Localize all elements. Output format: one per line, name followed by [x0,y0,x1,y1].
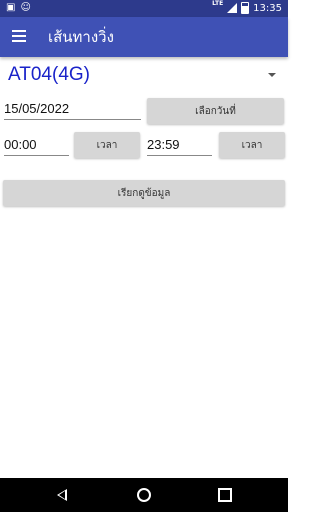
start-time-field[interactable]: 00:00 [4,137,69,156]
page-title: เส้นทางวิ่ง [48,28,114,46]
network-type-label: LTE [212,0,224,7]
status-bar: ▣ ☺ LTE 13:35 [0,0,288,17]
android-notification-icon: ☺ [20,2,31,13]
dropdown-arrow-icon [268,73,276,77]
recent-apps-icon[interactable] [218,488,232,502]
navigation-bar [0,478,288,512]
app-bar: เส้นทางวิ่ง [0,17,288,57]
battery-icon [241,2,250,14]
signal-icon [227,3,238,13]
vehicle-dropdown-value: AT04(4G) [8,64,91,85]
menu-icon[interactable] [12,30,26,42]
fetch-data-button[interactable]: เรียกดูข้อมูล [3,180,285,206]
date-field[interactable]: 15/05/2022 [4,101,141,120]
end-time-button[interactable]: เวลา [219,132,285,158]
end-time-field[interactable]: 23:59 [147,137,212,156]
select-date-button[interactable]: เลือกวันที่ [147,98,284,124]
start-time-button[interactable]: เวลา [74,132,140,158]
image-notification-icon: ▣ [6,2,16,13]
home-icon[interactable] [137,488,151,502]
status-time: 13:35 [253,2,282,14]
back-icon[interactable] [57,489,67,501]
vehicle-dropdown[interactable]: AT04(4G) [8,62,280,90]
